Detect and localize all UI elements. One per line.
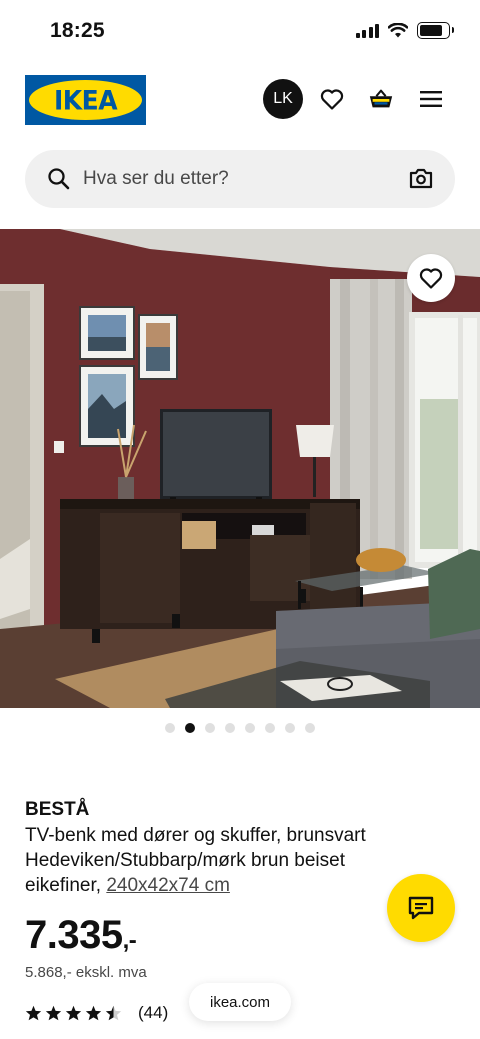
logo-text: IKEA [53, 84, 118, 116]
price-suffix: ,- [122, 927, 137, 954]
camera-search-icon[interactable] [409, 167, 433, 189]
star-icon [105, 1005, 122, 1021]
heart-icon [320, 89, 344, 110]
carousel-dot[interactable] [265, 723, 275, 733]
account-avatar[interactable]: LK [263, 79, 303, 119]
heart-icon [419, 268, 443, 289]
status-time: 18:25 [50, 19, 105, 42]
menu-button[interactable] [418, 86, 444, 112]
star-icon [85, 1005, 102, 1021]
product-image[interactable] [0, 229, 480, 708]
star-icon [45, 1005, 62, 1021]
battery-icon [417, 22, 454, 39]
carousel-dot[interactable] [285, 723, 295, 733]
price-main: 7.335 [25, 913, 123, 957]
rating-stars [25, 1005, 122, 1021]
product-dimensions-link[interactable]: 240x42x74 cm [106, 875, 230, 896]
chat-icon [408, 896, 434, 920]
carousel-dot[interactable] [165, 723, 175, 733]
status-icons [355, 22, 454, 39]
image-carousel-dots [0, 723, 480, 733]
chat-button[interactable] [387, 874, 455, 942]
carousel-dot[interactable] [305, 723, 315, 733]
star-icon [65, 1005, 82, 1021]
basket-button[interactable] [368, 86, 394, 112]
product-rating[interactable]: (44) [25, 1003, 168, 1023]
price-ex-vat: 5.868,- ekskl. mva [25, 964, 147, 981]
wifi-icon [388, 23, 408, 38]
search-input[interactable] [83, 160, 383, 198]
menu-icon [420, 91, 442, 107]
carousel-dot[interactable] [185, 723, 195, 733]
browser-url-bar[interactable]: ikea.com [189, 983, 291, 1021]
review-count[interactable]: (44) [138, 1003, 168, 1023]
product-description: TV-benk med dører og skuffer, brunsvart … [25, 823, 425, 898]
basket-icon [369, 89, 393, 108]
ikea-logo[interactable]: IKEA [25, 75, 146, 125]
cellular-signal-icon [355, 23, 379, 38]
site-header: IKEA LK [0, 75, 480, 127]
product-price: 7.335 ,- [25, 913, 137, 958]
room-scene-image [0, 229, 480, 708]
status-bar: 18:25 [0, 0, 480, 62]
carousel-dot[interactable] [225, 723, 235, 733]
search-icon [48, 168, 70, 190]
carousel-dot[interactable] [245, 723, 255, 733]
search-bar[interactable] [25, 150, 455, 208]
product-brand: BESTÅ [25, 799, 90, 820]
add-to-favourites-button[interactable] [407, 254, 455, 302]
favourites-button[interactable] [319, 86, 345, 112]
carousel-dot[interactable] [205, 723, 215, 733]
star-icon [25, 1005, 42, 1021]
